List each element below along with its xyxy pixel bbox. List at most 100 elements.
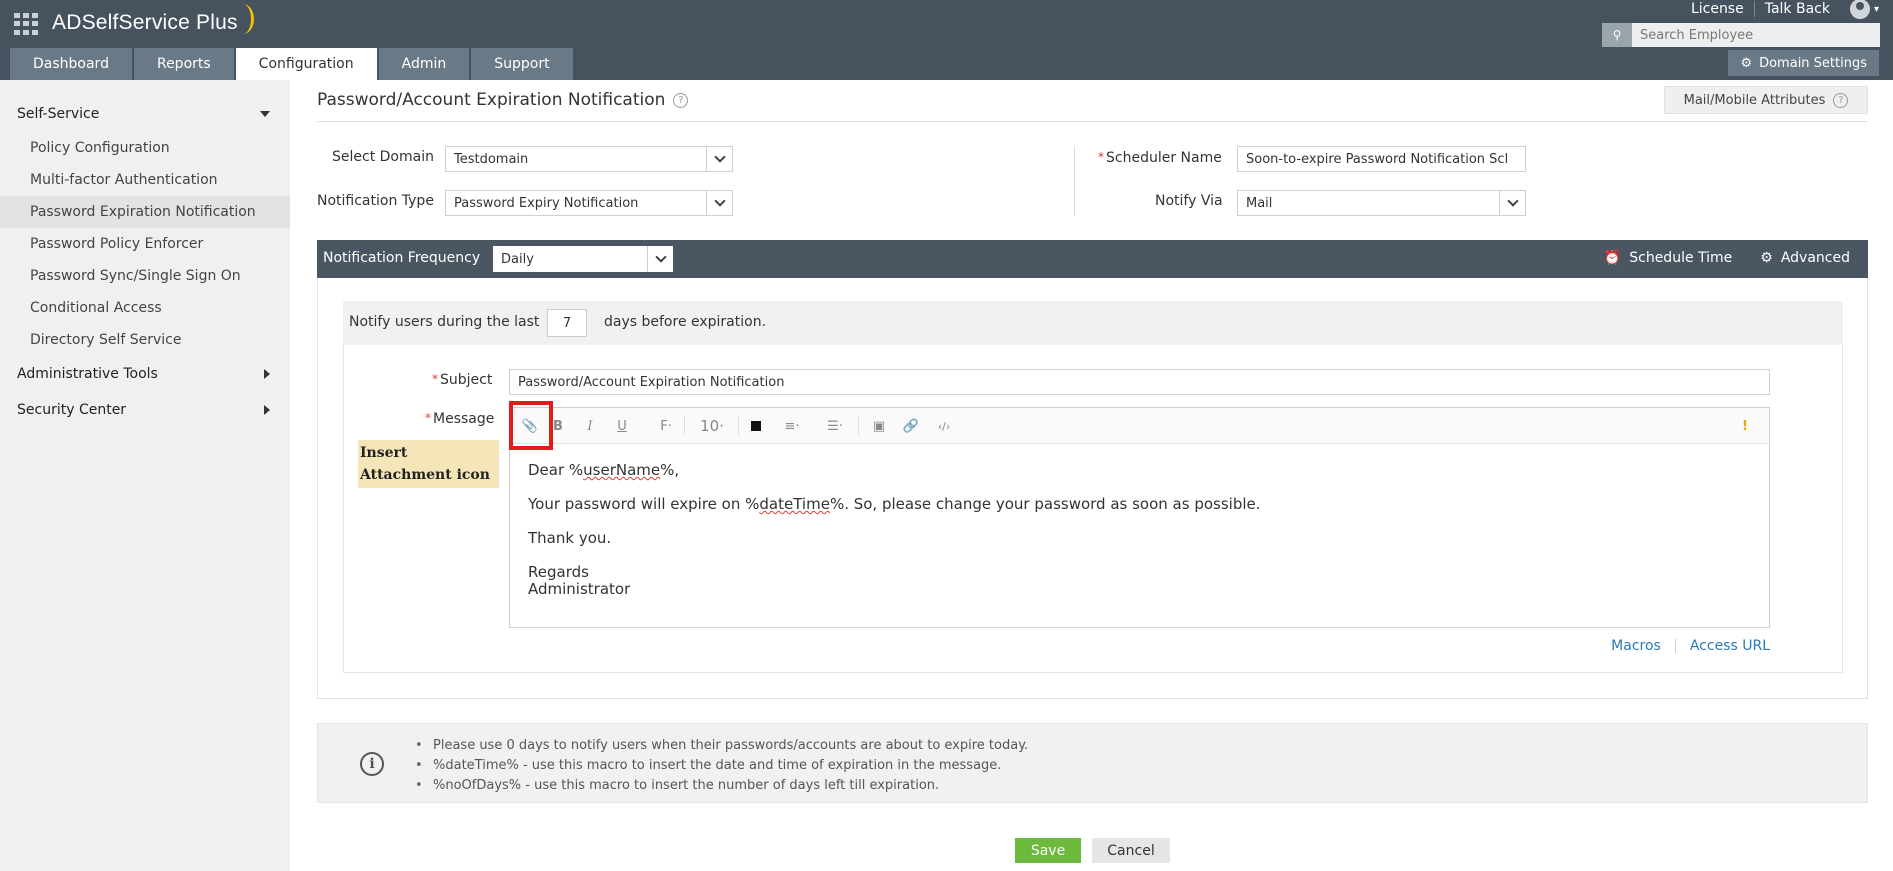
notify-suffix-text: days before expiration. (604, 314, 767, 330)
required-marker: * (1098, 150, 1104, 164)
message-editor[interactable]: 📎 B I U F· 10 · ≡· ☰· ▣ 🔗 ‹/› ! Dear %use… (509, 407, 1770, 628)
sidebar-section-label: Self-Service (17, 106, 100, 122)
divider (738, 417, 739, 435)
schedule-time-button[interactable]: ⏰ Schedule Time (1604, 250, 1732, 266)
sidebar-item-password-policy-enforcer[interactable]: Password Policy Enforcer (0, 228, 290, 260)
help-icon: ? (1833, 92, 1849, 108)
link-icon[interactable]: 🔗 (903, 416, 919, 436)
image-icon[interactable]: ▣ (871, 416, 887, 436)
tab-support[interactable]: Support (471, 48, 573, 80)
top-header: ADSelfService Plus License Talk Back ▾ ⚲… (0, 0, 1893, 80)
sidebar-item-policy-configuration[interactable]: Policy Configuration (0, 132, 290, 164)
divider (317, 121, 1868, 122)
gear-icon: ⚙ (1760, 250, 1773, 266)
app-logo: ADSelfService Plus (52, 11, 238, 34)
message-body[interactable]: Dear %userName%, Your password will expi… (528, 462, 1261, 598)
search-input[interactable] (1632, 23, 1872, 47)
advanced-button[interactable]: ⚙ Advanced (1760, 250, 1850, 266)
chevron-down-icon[interactable]: ▾ (1874, 4, 1879, 15)
notification-frequency-label: Notification Frequency (323, 250, 481, 266)
insert-attachment-callout: Insert Attachment icon (358, 440, 499, 488)
talk-back-link[interactable]: Talk Back (1755, 1, 1840, 17)
tab-reports[interactable]: Reports (133, 48, 234, 80)
sidebar-item-password-expiration-notification[interactable]: Password Expiration Notification (0, 196, 290, 228)
access-url-link[interactable]: Access URL (1690, 638, 1770, 654)
chevron-down-icon (1499, 191, 1525, 215)
sidebar-item-password-sync[interactable]: Password Sync/Single Sign On (0, 260, 290, 292)
employee-search: ⚲ (1602, 23, 1880, 47)
user-avatar-icon[interactable] (1849, 0, 1870, 19)
editor-toolbar: 📎 B I U F· 10 · ≡· ☰· ▣ 🔗 ‹/› ! (510, 408, 1769, 444)
italic-icon[interactable]: I (583, 416, 597, 436)
scheduler-name-input[interactable]: Soon-to-expire Password Notification Scl (1237, 146, 1526, 172)
notify-prefix-text: Notify users during the last (349, 314, 540, 330)
font-size-select[interactable]: 10 · (697, 416, 727, 436)
text-color-icon[interactable] (750, 416, 762, 436)
main-nav: Dashboard Reports Configuration Admin Su… (10, 48, 575, 80)
chevron-down-icon (647, 246, 673, 272)
help-icon[interactable]: ? (673, 92, 689, 108)
mail-mobile-attributes-button[interactable]: Mail/Mobile Attributes ? (1664, 86, 1868, 114)
sidebar-section-self-service[interactable]: Self-Service (0, 96, 290, 132)
align-icon[interactable]: ≡· (781, 416, 803, 436)
domain-settings-button[interactable]: ⚙ Domain Settings (1728, 50, 1879, 76)
tab-dashboard[interactable]: Dashboard (10, 48, 132, 80)
warning-icon[interactable]: ! (1740, 416, 1750, 436)
sidebar-section-administrative-tools[interactable]: Administrative Tools (0, 356, 290, 392)
message-line: Dear %userName%, (528, 461, 680, 479)
app-grid-icon[interactable] (14, 13, 38, 35)
notify-days-input[interactable]: 7 (547, 309, 587, 337)
tab-admin[interactable]: Admin (378, 48, 470, 80)
info-box: i Please use 0 days to notify users when… (317, 723, 1868, 803)
divider (858, 417, 859, 435)
chevron-down-icon (706, 147, 732, 171)
notify-via-dropdown[interactable]: Mail (1237, 190, 1526, 216)
font-family-icon[interactable]: F· (657, 416, 675, 436)
notify-via-value: Mail (1246, 195, 1273, 211)
macros-link[interactable]: Macros (1611, 638, 1661, 654)
schedule-time-label: Schedule Time (1629, 250, 1733, 266)
message-label: * Message (425, 411, 495, 427)
info-icon: i (360, 752, 384, 776)
code-icon[interactable]: ‹/› (936, 416, 952, 436)
list-icon[interactable]: ☰· (824, 416, 846, 436)
domain-settings-label: Domain Settings (1759, 55, 1867, 71)
info-list: Please use 0 days to notify users when t… (413, 736, 1028, 796)
select-domain-label: Select Domain (332, 149, 434, 165)
underline-icon[interactable]: U (615, 416, 629, 436)
save-button[interactable]: Save (1015, 838, 1081, 863)
bold-icon[interactable]: B (551, 416, 565, 436)
logo-arc-icon (232, 4, 254, 34)
notify-days-row: Notify users during the last 7 days befo… (343, 301, 1843, 345)
subject-label: * Subject (432, 372, 493, 388)
sidebar: Self-Service Policy Configuration Multi-… (0, 80, 290, 871)
notification-frequency-dropdown[interactable]: Daily (493, 246, 673, 272)
tab-configuration[interactable]: Configuration (235, 48, 377, 80)
notification-frequency-bar: Notification Frequency Daily ⏰ Schedule … (317, 240, 1868, 278)
notify-via-label: Notify Via (1155, 193, 1223, 209)
page-title: Password/Account Expiration Notification… (317, 90, 689, 110)
sidebar-item-directory-self-service[interactable]: Directory Self Service (0, 324, 290, 356)
subject-input[interactable]: Password/Account Expiration Notification (509, 369, 1770, 395)
divider (1674, 639, 1676, 653)
notification-type-dropdown[interactable]: Password Expiry Notification (445, 190, 733, 216)
notification-type-value: Password Expiry Notification (454, 195, 639, 211)
notification-frequency-value: Daily (501, 251, 534, 267)
cancel-button[interactable]: Cancel (1092, 838, 1170, 863)
top-links: License Talk Back ▾ (1681, 0, 1879, 19)
sidebar-item-mfa[interactable]: Multi-factor Authentication (0, 164, 290, 196)
sidebar-item-conditional-access[interactable]: Conditional Access (0, 292, 290, 324)
sidebar-section-security-center[interactable]: Security Center (0, 392, 290, 428)
required-marker: * (425, 411, 431, 425)
divider (684, 417, 685, 435)
info-item: Please use 0 days to notify users when t… (413, 736, 1028, 756)
gear-icon: ⚙ (1740, 55, 1753, 71)
attachment-highlight-box (509, 401, 553, 450)
frequency-actions: ⏰ Schedule Time ⚙ Advanced (1604, 250, 1850, 266)
search-icon[interactable]: ⚲ (1602, 23, 1632, 47)
select-domain-dropdown[interactable]: Testdomain (445, 146, 733, 172)
caret-right-icon (264, 405, 270, 415)
license-link[interactable]: License (1681, 1, 1755, 17)
select-domain-value: Testdomain (454, 151, 529, 167)
divider (1074, 146, 1075, 216)
